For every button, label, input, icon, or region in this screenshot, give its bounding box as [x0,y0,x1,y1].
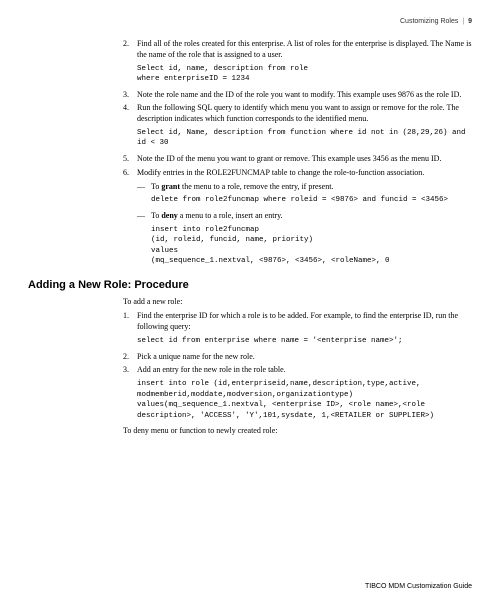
sub-grant: — To grant the menu to a role, remove th… [137,182,472,193]
step-text: Pick a unique name for the new role. [137,352,472,363]
header-divider: | [462,18,464,25]
sub-text: To deny a menu to a role, insert an entr… [151,211,472,222]
sub-grant-code: delete from role2funcmap where roleid = … [151,195,472,206]
sub-bullet: — [137,182,151,193]
add-step-1-code: select id from enterprise where name = '… [137,336,472,347]
section-heading: Adding a New Role: Procedure [28,279,472,291]
add-step-3: 3. Add an entry for the new role in the … [123,365,472,376]
main-content: 2. Find all of the roles created for thi… [123,39,472,267]
sub-deny: — To deny a menu to a role, insert an en… [137,211,472,222]
step-text: Find the enterprise ID for which a role … [137,311,472,333]
add-step-1: 1. Find the enterprise ID for which a ro… [123,311,472,333]
page-header: Customizing Roles | 9 [28,18,472,25]
step-text: Note the role name and the ID of the rol… [137,90,472,101]
step-text: Add an entry for the new role in the rol… [137,365,472,376]
step-text: Run the following SQL query to identify … [137,103,472,125]
step-text: Find all of the roles created for this e… [137,39,472,61]
sub-bullet: — [137,211,151,222]
page-footer: TIBCO MDM Customization Guide [365,583,472,590]
step-5: 5. Note the ID of the menu you want to g… [123,154,472,165]
header-title: Customizing Roles [400,18,458,25]
step-num: 3. [123,90,137,101]
step-text: Modify entries in the ROLE2FUNCMAP table… [137,168,472,179]
section2-content: 1. Find the enterprise ID for which a ro… [123,311,472,421]
step-2: 2. Find all of the roles created for thi… [123,39,472,61]
add-step-2: 2. Pick a unique name for the new role. [123,352,472,363]
step-6: 6. Modify entries in the ROLE2FUNCMAP ta… [123,168,472,179]
step-num: 5. [123,154,137,165]
step-2-code: Select id, name, description from rolewh… [137,64,472,85]
step-num: 2. [123,39,137,61]
step-num: 1. [123,311,137,333]
step-num: 3. [123,365,137,376]
closing-text: To deny menu or function to newly create… [123,426,472,437]
step-num: 4. [123,103,137,125]
page-number: 9 [468,18,472,25]
step-num: 2. [123,352,137,363]
step-text: Note the ID of the menu you want to gran… [137,154,472,165]
sub-text: To grant the menu to a role, remove the … [151,182,472,193]
step-4-code: Select id, Name, description from functi… [137,128,472,149]
section-intro: To add a new role: [123,297,472,308]
sub-deny-code: insert into role2funcmap (id, roleid, fu… [151,225,472,267]
step-num: 6. [123,168,137,179]
step-3: 3. Note the role name and the ID of the … [123,90,472,101]
step-4: 4. Run the following SQL query to identi… [123,103,472,125]
add-step-3-code: insert into role (id,enterpriseid,name,d… [137,379,472,421]
